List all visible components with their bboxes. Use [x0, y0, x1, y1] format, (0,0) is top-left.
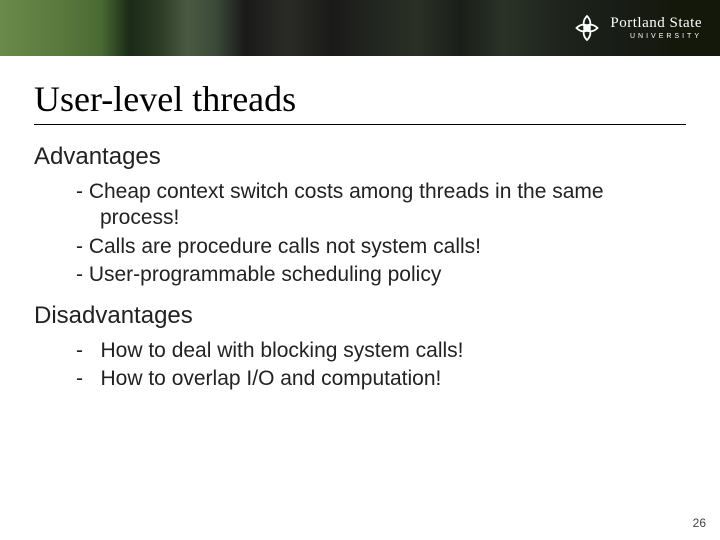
list-item: User-programmable scheduling policy — [76, 262, 636, 288]
logo-main-text: Portland State — [610, 16, 702, 31]
list-item: How to overlap I/O and computation! — [76, 366, 636, 392]
slide-title: User-level threads — [34, 78, 686, 125]
list-item: Cheap context switch costs among threads… — [76, 179, 636, 232]
university-logo: Portland State UNIVERSITY — [572, 8, 702, 48]
logo-sub-text: UNIVERSITY — [610, 33, 702, 40]
list-item: Calls are procedure calls not system cal… — [76, 234, 636, 260]
list-item: How to deal with blocking system calls! — [76, 338, 636, 364]
slide: Portland State UNIVERSITY User-level thr… — [0, 0, 720, 540]
slide-content: User-level threads Advantages Cheap cont… — [0, 56, 720, 393]
advantages-list: Cheap context switch costs among threads… — [34, 179, 686, 288]
logo-mark-icon — [572, 13, 602, 43]
disadvantages-list: How to deal with blocking system calls! … — [34, 338, 686, 393]
section-heading-disadvantages: Disadvantages — [34, 302, 686, 330]
section-heading-advantages: Advantages — [34, 143, 686, 171]
header-band: Portland State UNIVERSITY — [0, 0, 720, 56]
logo-text: Portland State UNIVERSITY — [610, 16, 702, 40]
page-number: 26 — [693, 516, 706, 530]
